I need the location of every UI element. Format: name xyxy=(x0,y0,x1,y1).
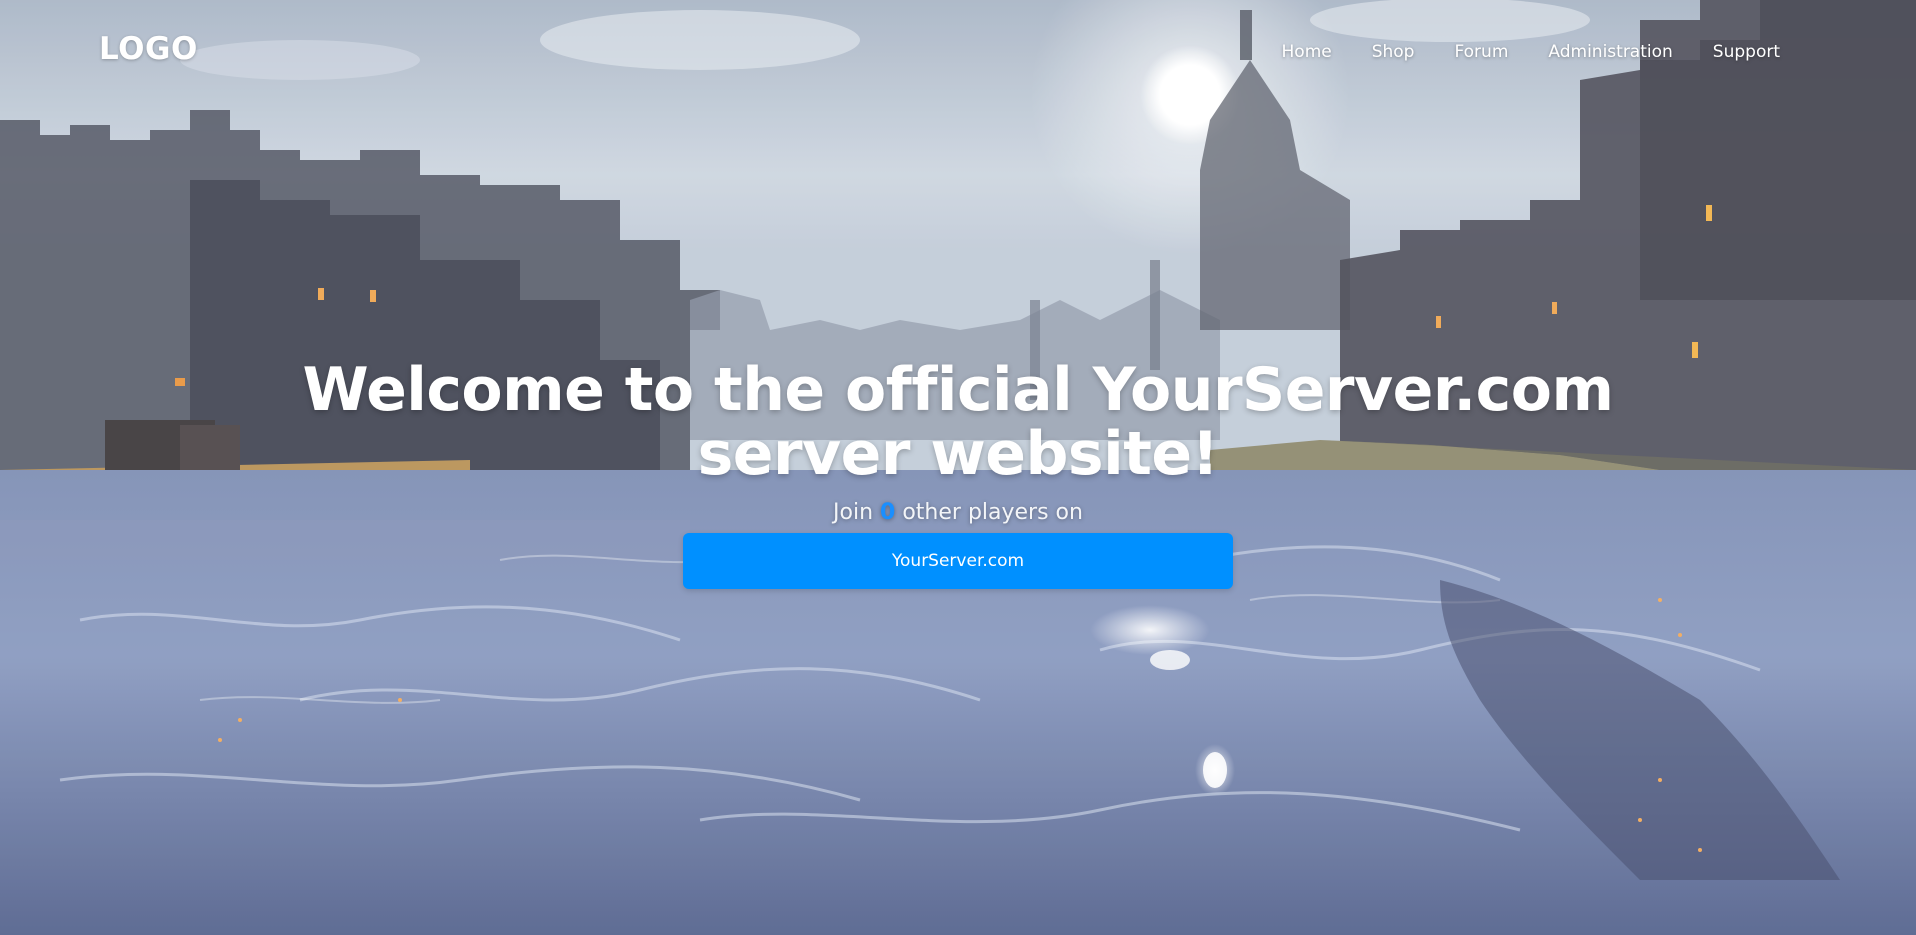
player-count-line: Join 0 other players on xyxy=(0,500,1916,525)
other-players-text: other players on xyxy=(902,500,1083,525)
nav-home[interactable]: Home xyxy=(1282,42,1332,62)
nav-forum[interactable]: Forum xyxy=(1454,42,1508,62)
main-nav: Home Shop Forum Administration Support xyxy=(1242,42,1780,62)
player-count: 0 xyxy=(880,500,896,525)
logo[interactable]: LOGO xyxy=(99,31,198,67)
server-ip-button[interactable]: YourServer.com xyxy=(683,533,1233,589)
nav-administration[interactable]: Administration xyxy=(1548,42,1672,62)
hero-title: Welcome to the official YourServer.com s… xyxy=(302,355,1614,489)
nav-shop[interactable]: Shop xyxy=(1372,42,1415,62)
nav-support[interactable]: Support xyxy=(1713,42,1780,62)
hero-section: Welcome to the official YourServer.com s… xyxy=(0,358,1916,589)
join-text: Join xyxy=(833,500,874,525)
